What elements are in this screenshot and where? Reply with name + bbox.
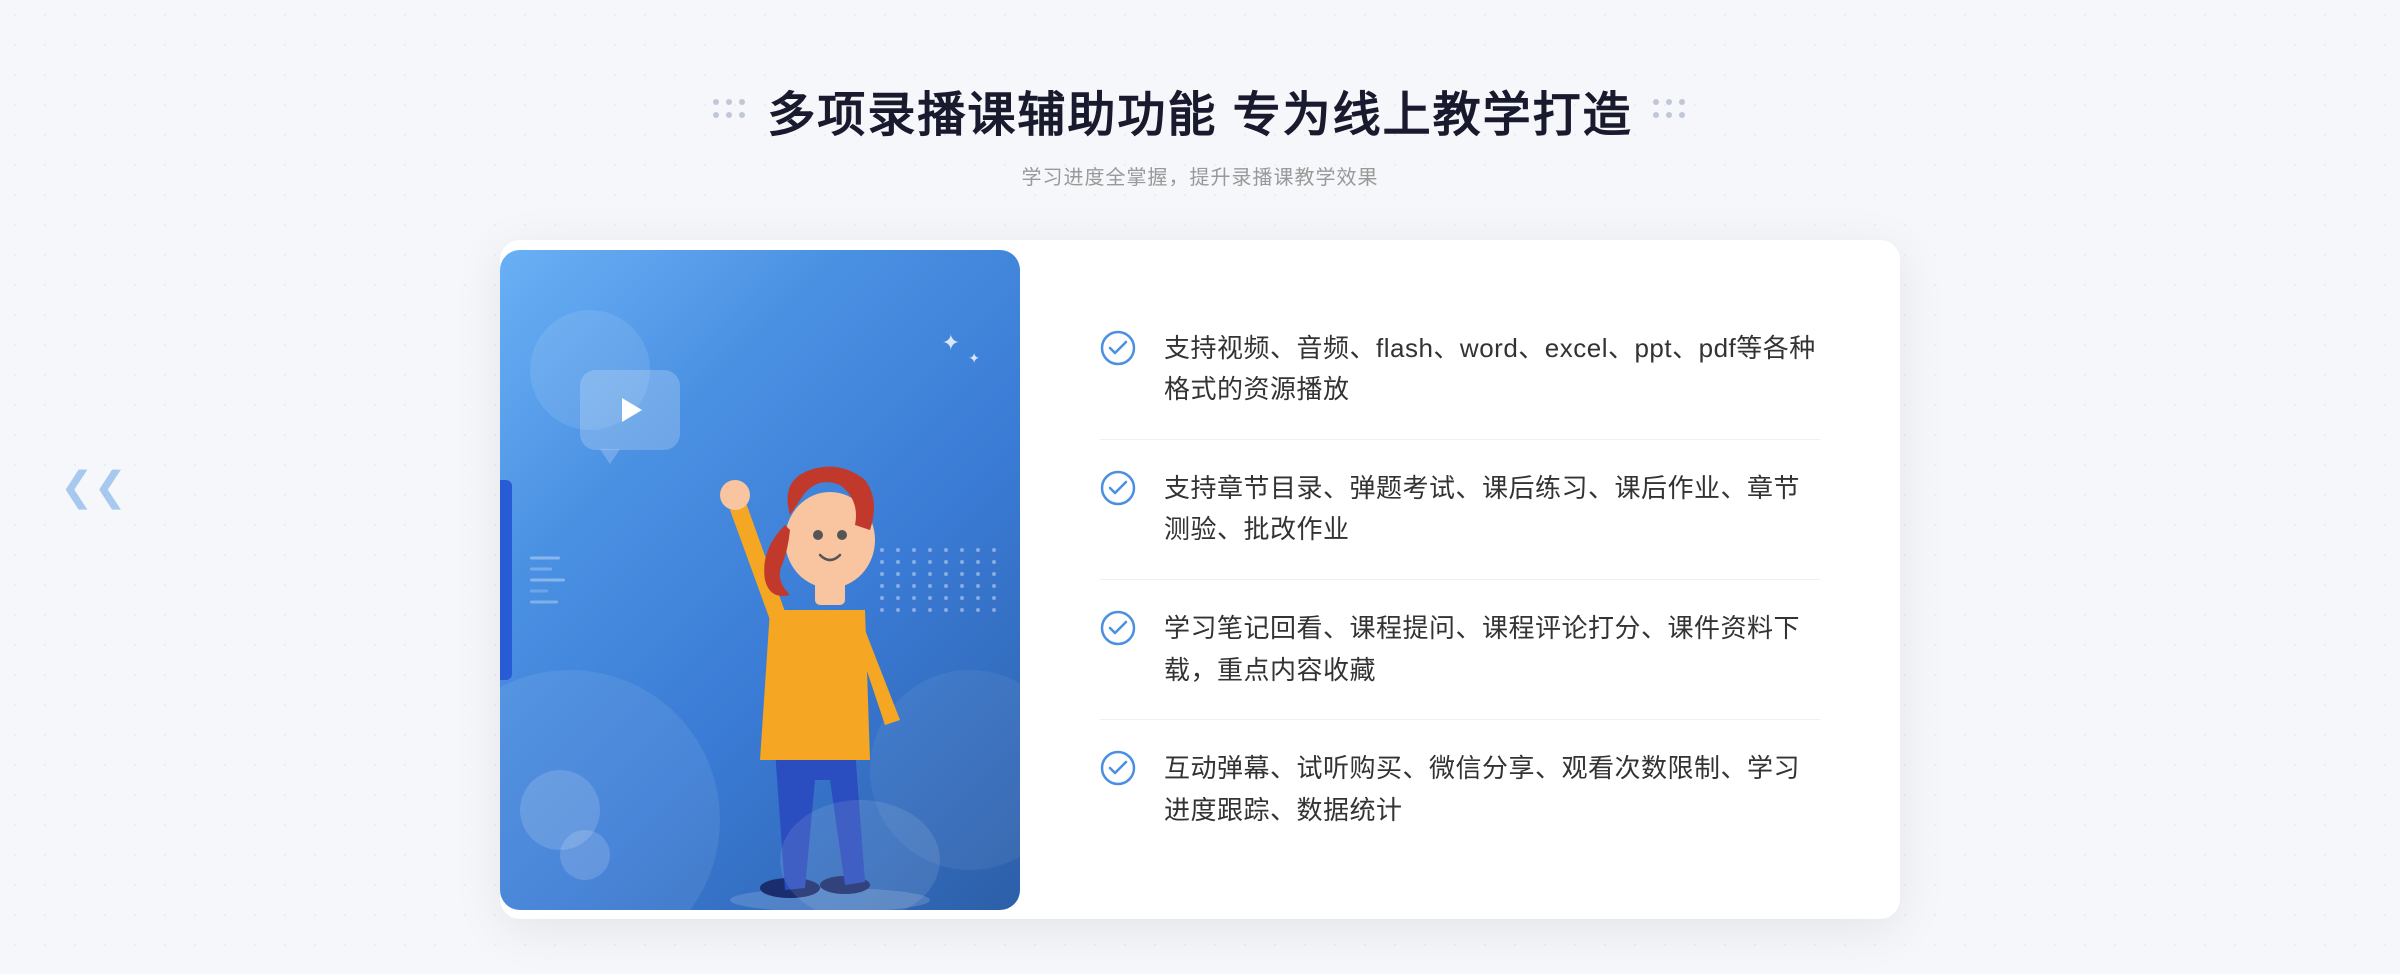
sparkle-2: ✦ — [968, 350, 980, 367]
title-decoration-left — [713, 99, 747, 120]
feature-text-2: 支持章节目录、弹题考试、课后练习、课后作业、章节测验、批改作业 — [1164, 468, 1820, 551]
subtitle: 学习进度全掌握，提升录播课教学效果 — [0, 161, 2400, 190]
main-title: 多项录播课辅助功能 专为线上教学打造 — [767, 75, 1632, 145]
feature-item-4: 互动弹幕、试听购买、微信分享、观看次数限制、学习进度跟踪、数据统计 — [1100, 720, 1820, 859]
check-icon-1 — [1100, 330, 1136, 366]
page-wrapper: 多项录播课辅助功能 专为线上教学打造 学习进度全掌握，提升录播课教学效果 — [0, 15, 2400, 960]
play-icon — [610, 390, 650, 430]
header-section: 多项录播课辅助功能 专为线上教学打造 学习进度全掌握，提升录播课教学效果 — [0, 75, 2400, 190]
feature-text-3: 学习笔记回看、课程提问、课程评论打分、课件资料下载，重点内容收藏 — [1164, 608, 1820, 691]
title-row: 多项录播课辅助功能 专为线上教学打造 — [0, 75, 2400, 145]
sparkle-1: ✦ — [942, 330, 960, 356]
stripe-decoration — [530, 556, 565, 603]
accent-bar — [500, 480, 512, 680]
title-decoration-right — [1653, 99, 1687, 120]
content-section: ✦ ✦ — [500, 240, 1900, 920]
check-icon-2 — [1100, 470, 1136, 506]
check-icon-3 — [1100, 610, 1136, 646]
small-circle-2 — [560, 830, 610, 880]
illustration-panel: ✦ ✦ — [500, 250, 1020, 910]
play-bubble — [580, 370, 680, 450]
check-icon-4 — [1100, 750, 1136, 786]
chevron-left-decoration: ❮❮ — [60, 464, 127, 510]
feature-item-2: 支持章节目录、弹题考试、课后练习、课后作业、章节测验、批改作业 — [1100, 440, 1820, 580]
feature-text-1: 支持视频、音频、flash、word、excel、ppt、pdf等各种格式的资源… — [1164, 328, 1820, 411]
feature-text-4: 互动弹幕、试听购买、微信分享、观看次数限制、学习进度跟踪、数据统计 — [1164, 748, 1820, 831]
feature-item-1: 支持视频、音频、flash、word、excel、ppt、pdf等各种格式的资源… — [1100, 300, 1820, 440]
features-panel: 支持视频、音频、flash、word、excel、ppt、pdf等各种格式的资源… — [1020, 240, 1900, 920]
feature-item-3: 学习笔记回看、课程提问、课程评论打分、课件资料下载，重点内容收藏 — [1100, 580, 1820, 720]
human-figure — [670, 410, 990, 910]
